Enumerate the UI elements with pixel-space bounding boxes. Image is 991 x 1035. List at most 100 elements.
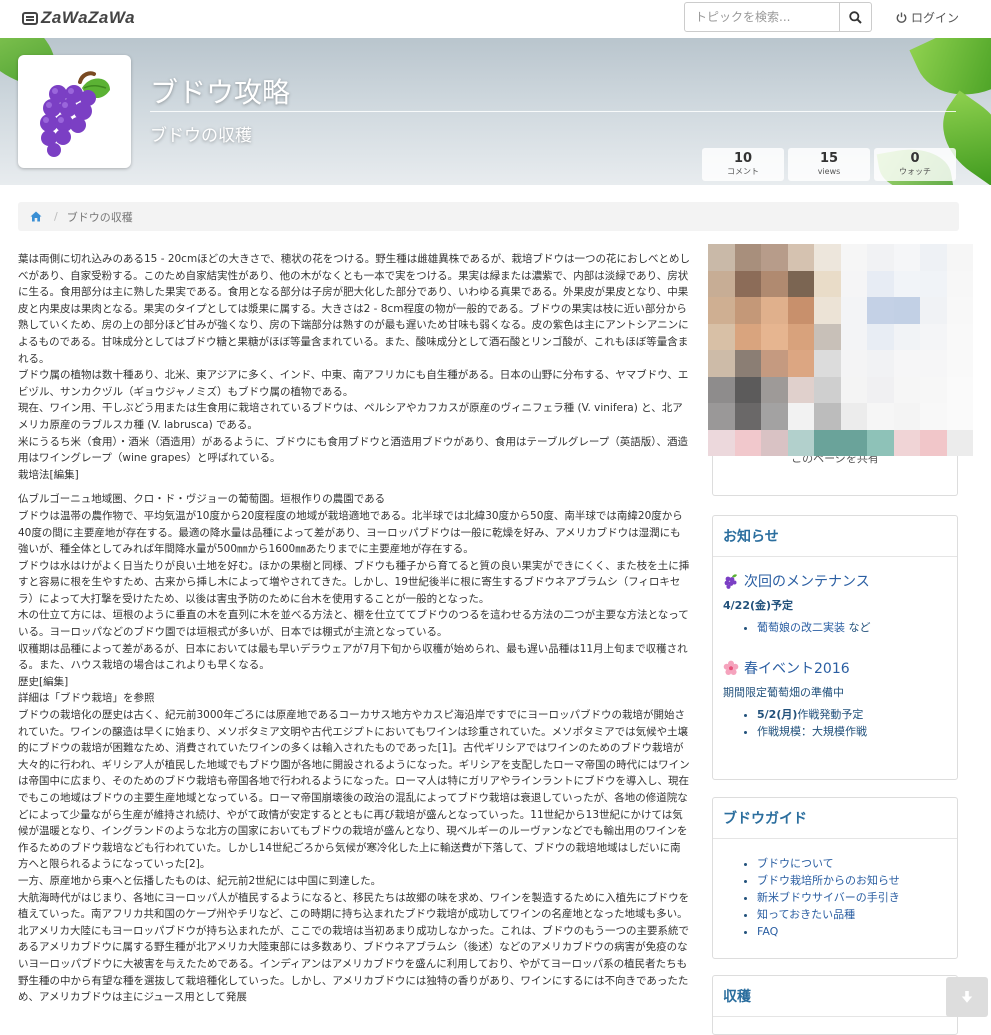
pixel-block xyxy=(787,323,814,350)
pixel-block xyxy=(708,376,735,403)
article-paragraph: ブドウの栽培化の歴史は古く、紀元前3000年ごろには原産地であるコーカサス地方や… xyxy=(18,709,690,871)
pixel-block xyxy=(893,429,920,456)
guide-link-news[interactable]: ブドウ栽培所からのお知らせ xyxy=(757,874,900,887)
pixel-block xyxy=(708,323,735,350)
watch-count-badge[interactable]: 0 ウォッチ xyxy=(874,148,956,181)
pixel-block xyxy=(840,376,867,403)
maintenance-title-text: 次回のメンテナンス xyxy=(744,574,870,590)
pixel-block xyxy=(761,376,788,403)
guide-link-about[interactable]: ブドウについて xyxy=(757,857,834,870)
pixel-block xyxy=(814,270,841,297)
panel-divider xyxy=(713,838,957,839)
pixel-block xyxy=(708,429,735,456)
pixel-block xyxy=(761,244,788,271)
pixel-block xyxy=(840,350,867,377)
view-count-badge: 15 views xyxy=(788,148,870,181)
pixel-block xyxy=(893,270,920,297)
pixel-block xyxy=(920,429,947,456)
pixel-block xyxy=(840,244,867,271)
guide-panel-title: ブドウガイド xyxy=(723,811,807,827)
grapes-icon xyxy=(39,70,110,157)
list-item-text: 作戦規模：大規模作戦 xyxy=(757,725,867,738)
article-paragraph: 現在、ワイン用、干しぶどう用または生食用に栽培されているブドウは、ペルシアやカフ… xyxy=(18,402,683,431)
topic-body: 葉は両側に切れ込みのある15 - 20cmほどの大きさで、穂状の花をつける。野生… xyxy=(18,251,690,1024)
breadcrumb-home[interactable] xyxy=(30,211,42,222)
topic-search-input[interactable] xyxy=(684,2,840,32)
pixel-block xyxy=(734,429,761,456)
pixel-block xyxy=(787,270,814,297)
pixel-block xyxy=(920,403,947,430)
guide-link-faq[interactable]: FAQ xyxy=(757,925,778,938)
pixel-block xyxy=(708,244,735,271)
pixel-block xyxy=(708,297,735,324)
pixel-block xyxy=(787,403,814,430)
guide-link-varieties[interactable]: 知っておきたい品種 xyxy=(757,908,855,921)
spring-event-list: 5/2(月)作戦発動予定 作戦規模：大規模作戦 xyxy=(713,706,957,740)
power-icon xyxy=(896,12,907,23)
top-navbar: ZaWaZaWa ログイン xyxy=(0,0,991,39)
pixel-block xyxy=(867,323,894,350)
pixel-block xyxy=(867,350,894,377)
maintenance-title: 次回のメンテナンス xyxy=(723,571,957,591)
topic-title: ブドウ攻略 xyxy=(150,76,291,109)
notice-panel: お知らせ 次回のメンテナンス 4/22(金)予定 葡萄娘の改二実装 など 春イベ… xyxy=(712,515,958,780)
guide-link-list: ブドウについて ブドウ栽培所からのお知らせ 新米ブドウサイバーの手引き 知ってお… xyxy=(713,855,957,940)
list-item: 新米ブドウサイバーの手引き xyxy=(757,889,957,906)
pixel-block xyxy=(946,429,973,456)
pixel-block xyxy=(893,376,920,403)
pixel-block xyxy=(867,429,894,456)
comment-count: 10 xyxy=(733,151,753,166)
guide-link-beginner[interactable]: 新米ブドウサイバーの手引き xyxy=(757,891,900,904)
search-icon xyxy=(849,10,862,24)
article-paragraph: 葉は両側に切れ込みのある15 - 20cmほどの大きさで、穂状の花をつける。野生… xyxy=(18,253,690,365)
login-link[interactable]: ログイン xyxy=(896,9,959,26)
share-page-button[interactable]: このページを共有 xyxy=(712,456,958,496)
pixel-block xyxy=(787,244,814,271)
search-button[interactable] xyxy=(840,2,872,32)
login-label: ログイン xyxy=(911,11,960,25)
article-paragraph: 大航海時代がはじまり、各地にヨーロッパ人が植民するようになると、移民たちは故郷の… xyxy=(18,891,690,1004)
spring-event-title: 春イベント2016 xyxy=(723,658,957,678)
pixel-block xyxy=(893,297,920,324)
pixel-block xyxy=(893,244,920,271)
pixel-block xyxy=(840,323,867,350)
pixel-block xyxy=(814,244,841,271)
chat-logo-icon xyxy=(22,11,38,25)
pixel-block xyxy=(840,403,867,430)
pixel-block xyxy=(734,323,761,350)
article-paragraph: 一方、原産地から東へと伝播したものは、紀元前2世紀には中国に到達した。 xyxy=(18,874,382,887)
list-item: 葡萄娘の改二実装 など xyxy=(757,619,957,636)
pixel-block xyxy=(708,403,735,430)
maintenance-list: 葡萄娘の改二実装 など xyxy=(713,619,957,636)
pixel-block xyxy=(946,376,973,403)
arrow-down-icon xyxy=(961,991,973,1003)
event-start-date: 5/2(月) xyxy=(757,708,798,721)
article-paragraph: 木の仕立て方には、垣根のように垂直の木を直列に木を並べる方法と、棚を仕立ててブド… xyxy=(18,609,689,639)
pixel-block xyxy=(708,270,735,297)
site-logo-text: ZaWaZaWa xyxy=(41,8,136,27)
section-heading: 歴史[編集] xyxy=(18,675,69,688)
pixel-block xyxy=(893,350,920,377)
panel-divider xyxy=(713,556,957,557)
pixel-block xyxy=(761,270,788,297)
pixelated-avatar-image xyxy=(708,244,973,456)
guide-panel: ブドウガイド ブドウについて ブドウ栽培所からのお知らせ 新米ブドウサイバーの手… xyxy=(712,797,958,959)
section-heading: 栽培法[編集] xyxy=(18,468,79,481)
pixel-block xyxy=(920,244,947,271)
pixel-block xyxy=(867,244,894,271)
comment-count-badge[interactable]: 10 コメント xyxy=(702,148,784,181)
pixel-block xyxy=(840,270,867,297)
list-item-suffix: など xyxy=(845,621,871,634)
pixel-block xyxy=(787,297,814,324)
pixel-block xyxy=(814,297,841,324)
breadcrumb: / ブドウの収穫 xyxy=(18,202,959,231)
pixel-block xyxy=(946,350,973,377)
pixel-block xyxy=(840,429,867,456)
title-divider xyxy=(150,111,956,112)
maintenance-link[interactable]: 葡萄娘の改二実装 xyxy=(757,621,845,634)
site-logo[interactable]: ZaWaZaWa xyxy=(22,8,135,28)
comment-count-label: コメント xyxy=(727,167,759,176)
pixel-block xyxy=(787,350,814,377)
pixel-block xyxy=(814,376,841,403)
scroll-down-button[interactable] xyxy=(946,977,988,1017)
